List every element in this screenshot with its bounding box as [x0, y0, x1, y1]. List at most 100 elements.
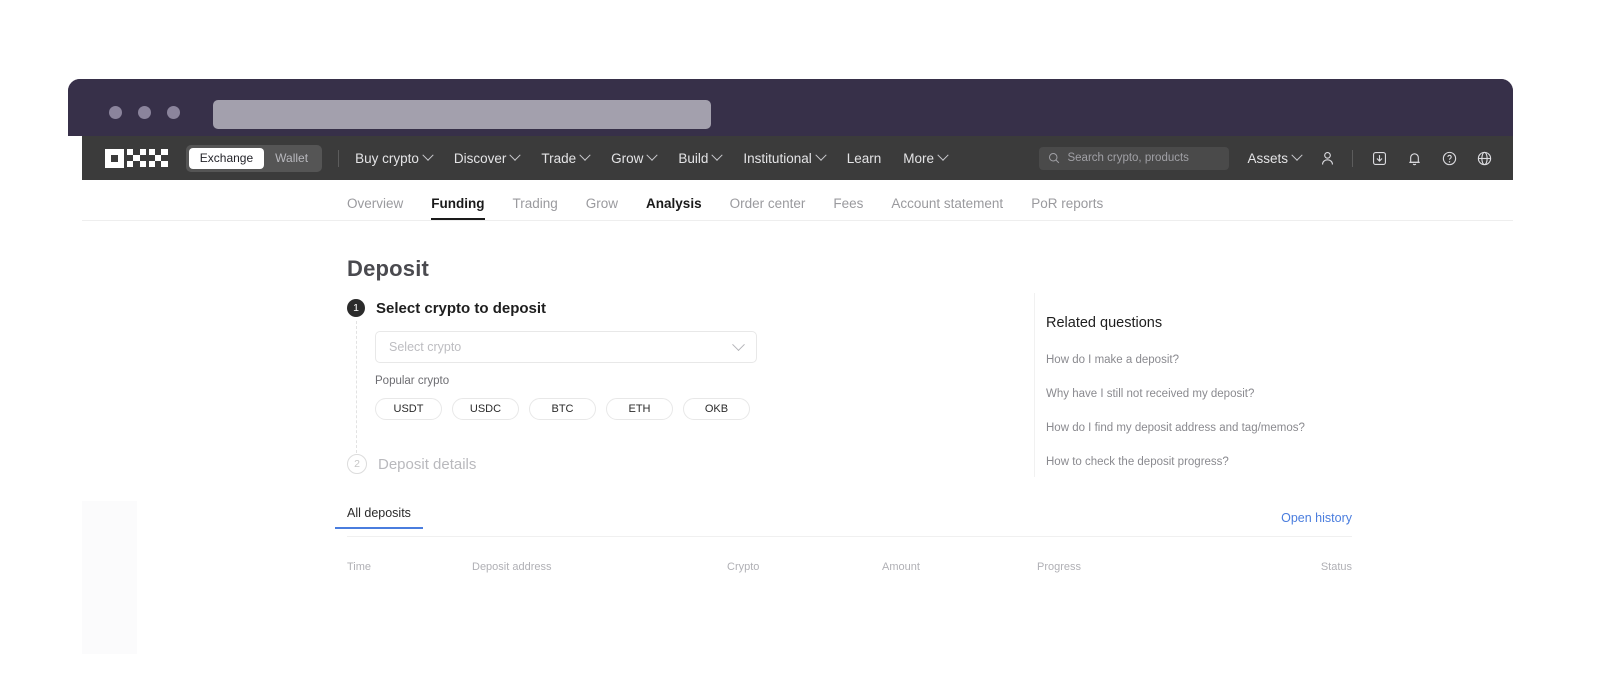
- nav-item-label: Institutional: [743, 150, 812, 166]
- crypto-select-placeholder: Select crypto: [389, 340, 462, 354]
- navbar-icon-divider: [1352, 149, 1353, 167]
- subnav-tab-trading[interactable]: Trading: [513, 196, 558, 220]
- chevron-down-icon: [579, 149, 591, 161]
- search-input[interactable]: Search crypto, products: [1039, 146, 1230, 170]
- browser-address-bar[interactable]: [213, 100, 711, 129]
- related-question-item[interactable]: How do I find my deposit address and tag…: [1046, 422, 1339, 434]
- nav-item-build[interactable]: Build: [678, 149, 724, 166]
- logo-x-mark: [148, 148, 168, 168]
- deposits-table-header: Time Deposit address Crypto Amount Progr…: [347, 561, 1352, 573]
- logo-o-mark: [105, 148, 124, 168]
- navbar-right-cluster: Search crypto, products Assets: [1039, 146, 1513, 170]
- nav-item-more[interactable]: More: [903, 149, 949, 166]
- related-question-item[interactable]: Why have I still not received my deposit…: [1046, 388, 1339, 400]
- nav-item-label: Learn: [846, 150, 882, 166]
- download-icon[interactable]: [1370, 149, 1388, 167]
- chevron-down-icon: [646, 149, 659, 161]
- exchange-wallet-toggle[interactable]: Exchange Wallet: [185, 144, 323, 172]
- column-header-progress: Progress: [1037, 561, 1082, 573]
- column-header-status: Status: [1320, 561, 1352, 573]
- assets-menu-label: Assets: [1247, 150, 1288, 166]
- nav-item-label: Build: [678, 150, 709, 166]
- step-2-title: Deposit details: [378, 455, 477, 473]
- deposits-tab-track: [347, 536, 1352, 537]
- crypto-chip-eth[interactable]: ETH: [606, 398, 673, 420]
- page-viewport: Exchange Wallet Buy crypto Discover Trad…: [68, 136, 1513, 654]
- nav-item-discover[interactable]: Discover: [453, 149, 522, 166]
- popular-crypto-chips: USDT USDC BTC ETH OKB: [375, 398, 750, 420]
- nav-item-learn[interactable]: Learn: [847, 151, 882, 166]
- nav-item-grow[interactable]: Grow: [611, 149, 659, 166]
- step-1-header: 1 Select crypto to deposit: [347, 299, 546, 317]
- subnav-tab-analysis[interactable]: Analysis: [646, 196, 702, 220]
- related-questions-card: Related questions How do I make a deposi…: [1034, 293, 1339, 477]
- toggle-exchange[interactable]: Exchange: [188, 147, 265, 169]
- crypto-chip-usdt[interactable]: USDT: [375, 398, 442, 420]
- related-question-item[interactable]: How do I make a deposit?: [1046, 354, 1339, 366]
- nav-item-label: More: [903, 150, 935, 166]
- chevron-down-icon: [732, 337, 745, 351]
- okx-navbar: Exchange Wallet Buy crypto Discover Trad…: [82, 136, 1513, 180]
- nav-item-buy-crypto[interactable]: Buy crypto: [355, 149, 434, 166]
- page-title: Deposit: [347, 256, 430, 281]
- crypto-chip-usdc[interactable]: USDC: [452, 398, 519, 420]
- window-minimize-button[interactable]: [138, 106, 151, 119]
- left-edge-strip: [68, 136, 82, 654]
- crypto-select-input[interactable]: Select crypto: [375, 331, 757, 363]
- okx-logo[interactable]: [105, 148, 168, 168]
- sub-navigation: Overview Funding Trading Grow Analysis O…: [82, 180, 1513, 221]
- user-icon[interactable]: [1318, 149, 1336, 167]
- step-1-badge: 1: [347, 299, 365, 317]
- window-close-button[interactable]: [109, 106, 122, 119]
- column-header-amount: Amount: [882, 561, 920, 573]
- navbar-divider: [338, 149, 340, 167]
- search-placeholder: Search crypto, products: [1067, 152, 1189, 164]
- subnav-tab-account-statement[interactable]: Account statement: [891, 196, 1003, 220]
- globe-icon[interactable]: [1475, 149, 1493, 167]
- search-icon: [1049, 153, 1060, 164]
- related-question-item[interactable]: How to check the deposit progress?: [1046, 456, 1339, 468]
- chevron-down-icon: [815, 149, 827, 161]
- step-connector-line: [355, 321, 358, 453]
- subnav-tab-por-reports[interactable]: PoR reports: [1031, 196, 1103, 220]
- subnav-tab-funding[interactable]: Funding: [431, 196, 485, 220]
- tab-all-deposits[interactable]: All deposits: [335, 506, 423, 529]
- browser-window: Exchange Wallet Buy crypto Discover Trad…: [68, 79, 1513, 654]
- related-questions-title: Related questions: [1046, 315, 1163, 331]
- window-maximize-button[interactable]: [167, 106, 180, 119]
- nav-item-trade[interactable]: Trade: [541, 149, 591, 166]
- help-circle-icon[interactable]: [1440, 149, 1458, 167]
- subnav-tab-overview[interactable]: Overview: [347, 196, 403, 220]
- nav-item-label: Discover: [453, 150, 507, 166]
- open-history-link[interactable]: Open history: [1281, 511, 1352, 525]
- nav-item-label: Trade: [541, 150, 577, 166]
- subnav-tab-grow[interactable]: Grow: [586, 196, 618, 220]
- subnav-tab-fees[interactable]: Fees: [833, 196, 863, 220]
- column-header-time: Time: [347, 561, 372, 573]
- assets-menu[interactable]: Assets: [1247, 149, 1303, 166]
- column-header-deposit-address: Deposit address: [472, 561, 552, 573]
- nav-item-label: Buy crypto: [355, 150, 419, 166]
- logo-k-mark: [127, 148, 146, 168]
- deposits-tab-row: All deposits Open history: [335, 506, 1352, 529]
- chevron-down-icon: [422, 149, 434, 161]
- subnav-tab-order-center[interactable]: Order center: [730, 196, 806, 220]
- main-content: Deposit 1 Select crypto to deposit Selec…: [82, 221, 1513, 654]
- toggle-wallet[interactable]: Wallet: [264, 148, 319, 169]
- chevron-down-icon: [1291, 149, 1303, 161]
- crypto-chip-btc[interactable]: BTC: [529, 398, 596, 420]
- step-2-header: 2 Deposit details: [347, 454, 476, 474]
- crypto-chip-okb[interactable]: OKB: [683, 398, 750, 420]
- column-header-crypto: Crypto: [727, 561, 760, 573]
- chevron-down-icon: [711, 149, 724, 161]
- chevron-down-icon: [509, 149, 522, 161]
- popular-crypto-label: Popular crypto: [375, 375, 450, 387]
- nav-item-label: Grow: [611, 150, 644, 166]
- chevron-down-icon: [937, 149, 949, 161]
- browser-titlebar: [68, 79, 1513, 136]
- navbar-links: Buy crypto Discover Trade Grow Build Ins…: [355, 149, 949, 166]
- step-1-title: Select crypto to deposit: [376, 299, 547, 317]
- nav-item-institutional[interactable]: Institutional: [743, 149, 827, 166]
- bell-icon[interactable]: [1405, 149, 1423, 167]
- step-2-badge: 2: [347, 454, 367, 474]
